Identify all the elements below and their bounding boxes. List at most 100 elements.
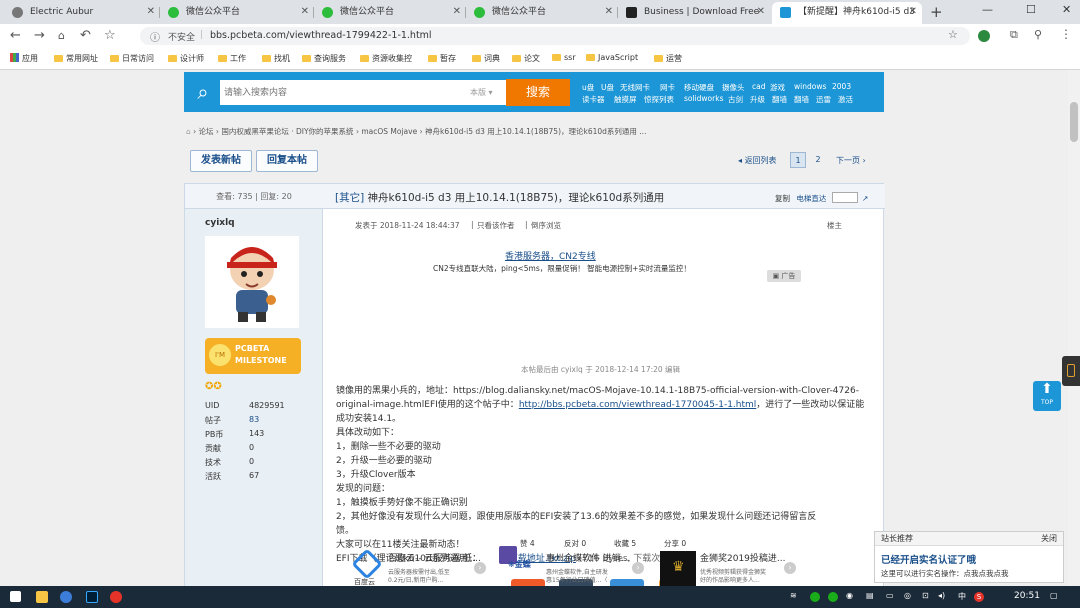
browser-tab[interactable]: 微信公众平台 ✕: [466, 2, 618, 24]
search-scope-select[interactable]: 本版 ▾: [470, 80, 506, 105]
bookmark-folder[interactable]: 运营: [654, 53, 682, 64]
forward-icon[interactable]: →: [34, 28, 45, 43]
bookmark-folder[interactable]: 查询服务: [302, 53, 346, 64]
clock[interactable]: 20:51: [1014, 591, 1040, 601]
close-window-icon[interactable]: ✕: [1062, 3, 1071, 16]
hot-link[interactable]: 无线网卡: [620, 82, 650, 93]
new-tab-icon[interactable]: +: [930, 3, 943, 21]
author-name[interactable]: cyixlq: [205, 218, 235, 228]
back-to-list-link[interactable]: ◂ 返回列表: [738, 155, 777, 166]
breadcrumb-item[interactable]: macOS Mojave: [361, 127, 417, 136]
usb-device-icon[interactable]: [1062, 356, 1080, 386]
close-icon[interactable]: ✕: [909, 2, 917, 22]
hot-link[interactable]: 移动硬盘: [684, 82, 714, 93]
page-scrollbar[interactable]: [1068, 70, 1080, 586]
tray-icon[interactable]: ▤: [866, 591, 874, 600]
network-icon[interactable]: ⊡: [922, 591, 929, 600]
scrollbar-thumb[interactable]: [1070, 102, 1078, 142]
reverse-order-link[interactable]: 倒序浏览: [531, 220, 561, 231]
explorer-icon[interactable]: [36, 591, 48, 603]
volume-icon[interactable]: ◂): [938, 591, 945, 600]
ad-card[interactable]: ♛ 金狮奖2019投稿进... 优秀视频剪辑获得金狮奖 好的作品影响更多人...…: [660, 551, 800, 586]
bookmark-apps[interactable]: 应用: [10, 53, 38, 64]
app-icon[interactable]: [110, 591, 122, 603]
close-icon[interactable]: ✕: [605, 2, 613, 22]
windows-start-icon[interactable]: [10, 591, 21, 602]
home-icon[interactable]: ⌂: [58, 29, 65, 42]
close-icon[interactable]: ✕: [301, 2, 309, 22]
reply-button[interactable]: 回复本帖: [256, 150, 318, 172]
bookmark-folder[interactable]: 常用网址: [54, 53, 98, 64]
breadcrumb-item[interactable]: 论坛: [199, 127, 214, 136]
bookmark-folder[interactable]: 资源收集控: [360, 53, 412, 64]
hot-link[interactable]: U盘: [601, 82, 614, 93]
info-icon[interactable]: ⓘ: [150, 29, 160, 44]
hot-link[interactable]: 游戏: [770, 82, 785, 93]
browser-tab[interactable]: Business | Download Free ✕: [618, 2, 770, 24]
wechat-tray-icon[interactable]: [810, 592, 820, 602]
minimize-icon[interactable]: —: [982, 3, 993, 16]
chrome-icon[interactable]: [60, 591, 72, 603]
floor-jump-input[interactable]: [831, 192, 858, 203]
back-icon[interactable]: ←: [10, 28, 21, 43]
wifi-icon[interactable]: ≋: [790, 591, 797, 600]
hot-link[interactable]: 迅雷: [816, 94, 831, 105]
browser-tab[interactable]: 微信公众平台 ✕: [160, 2, 314, 24]
breadcrumb-item[interactable]: 神舟k610d-i5 d3 用上10.14.1(18B75)，理论k610d系列…: [425, 127, 646, 136]
post-tag[interactable]: [其它]: [335, 192, 364, 204]
copy-link[interactable]: 复制: [775, 194, 790, 203]
avatar[interactable]: [205, 236, 299, 328]
hot-link[interactable]: 翻墙: [794, 94, 809, 105]
battery-icon[interactable]: ▭: [886, 591, 894, 600]
search-button[interactable]: 搜索: [506, 79, 570, 106]
hot-link[interactable]: 触摸屏: [614, 94, 637, 105]
back-to-top-button[interactable]: ⬆ TOP: [1033, 381, 1061, 411]
close-icon[interactable]: ✕: [453, 2, 461, 22]
popup-title[interactable]: 已经开启实名认证了哦: [881, 552, 976, 566]
hot-link[interactable]: 网卡: [660, 82, 675, 93]
address-bar[interactable]: ⓘ 不安全 | bbs.pcbeta.com/viewthread-179942…: [140, 27, 970, 45]
page-2-button[interactable]: 2: [810, 152, 826, 168]
author-only-link[interactable]: 只看该作者: [477, 220, 515, 231]
security-label[interactable]: 不安全: [168, 30, 195, 43]
browser-tab[interactable]: 微信公众平台 ✕: [314, 2, 466, 24]
bookmark-folder[interactable]: 论文: [512, 53, 540, 64]
maximize-icon[interactable]: ☐: [1026, 3, 1036, 16]
wechat-tray-icon[interactable]: [828, 592, 838, 602]
ime-language[interactable]: 中: [958, 591, 966, 602]
hot-link[interactable]: 翻墙: [772, 94, 787, 105]
bookmark-folder[interactable]: 设计师: [168, 53, 204, 64]
hot-link[interactable]: 升级: [750, 94, 765, 105]
tray-icon[interactable]: ◉: [846, 591, 853, 600]
ad-card[interactable]: ❋金蝶 惠州金蝶软件 进销... 惠州金蝶软件,自主研发 惠15年行业口碑值..…: [506, 551, 646, 586]
ad-link[interactable]: 香港服务器，CN2专线: [505, 249, 596, 262]
bookmark-folder[interactable]: 日常访问: [110, 53, 154, 64]
bookmark-folder[interactable]: 暂存: [428, 53, 456, 64]
breadcrumb-item[interactable]: 国内权威黑苹果论坛 · DIY你的苹果系统: [221, 127, 353, 136]
post-link[interactable]: http://bbs.pcbeta.com/viewthread-1770045…: [519, 400, 756, 410]
bookmark-folder[interactable]: 词典: [472, 53, 500, 64]
bookmark-folder[interactable]: JavaScript: [586, 53, 638, 62]
menu-icon[interactable]: ⋮: [1060, 27, 1072, 41]
chevron-right-icon[interactable]: ›: [474, 562, 486, 574]
sogou-ime-icon[interactable]: S: [974, 592, 984, 602]
popup-close-button[interactable]: 关闭: [1041, 532, 1057, 546]
extension-icon[interactable]: [978, 30, 990, 42]
hot-link[interactable]: 激活: [838, 94, 853, 105]
hot-link[interactable]: 读卡器: [582, 94, 605, 105]
bookmark-folder[interactable]: ssr: [552, 53, 576, 62]
crop-icon[interactable]: ⧉: [1010, 28, 1018, 42]
go-icon[interactable]: ↗: [862, 194, 868, 203]
hot-link[interactable]: solidworks: [684, 94, 723, 103]
popup-body[interactable]: 这里可以进行实名操作：点我点我点我: [881, 568, 1009, 579]
browser-tab[interactable]: Electric Aubur ✕: [4, 2, 160, 24]
notification-icon[interactable]: ▢: [1050, 591, 1058, 600]
new-post-button[interactable]: 发表新帖: [190, 150, 252, 172]
hot-link[interactable]: 惊探列表: [644, 94, 674, 105]
next-page-link[interactable]: 下一页 ›: [836, 155, 866, 166]
hot-link[interactable]: 古剑: [728, 94, 743, 105]
hot-link[interactable]: cad: [752, 82, 765, 91]
page-1-button[interactable]: 1: [790, 152, 806, 168]
url-text[interactable]: bbs.pcbeta.com/viewthread-1799422-1-1.ht…: [210, 30, 432, 41]
extension-badge-icon[interactable]: ⚲: [1034, 28, 1042, 41]
